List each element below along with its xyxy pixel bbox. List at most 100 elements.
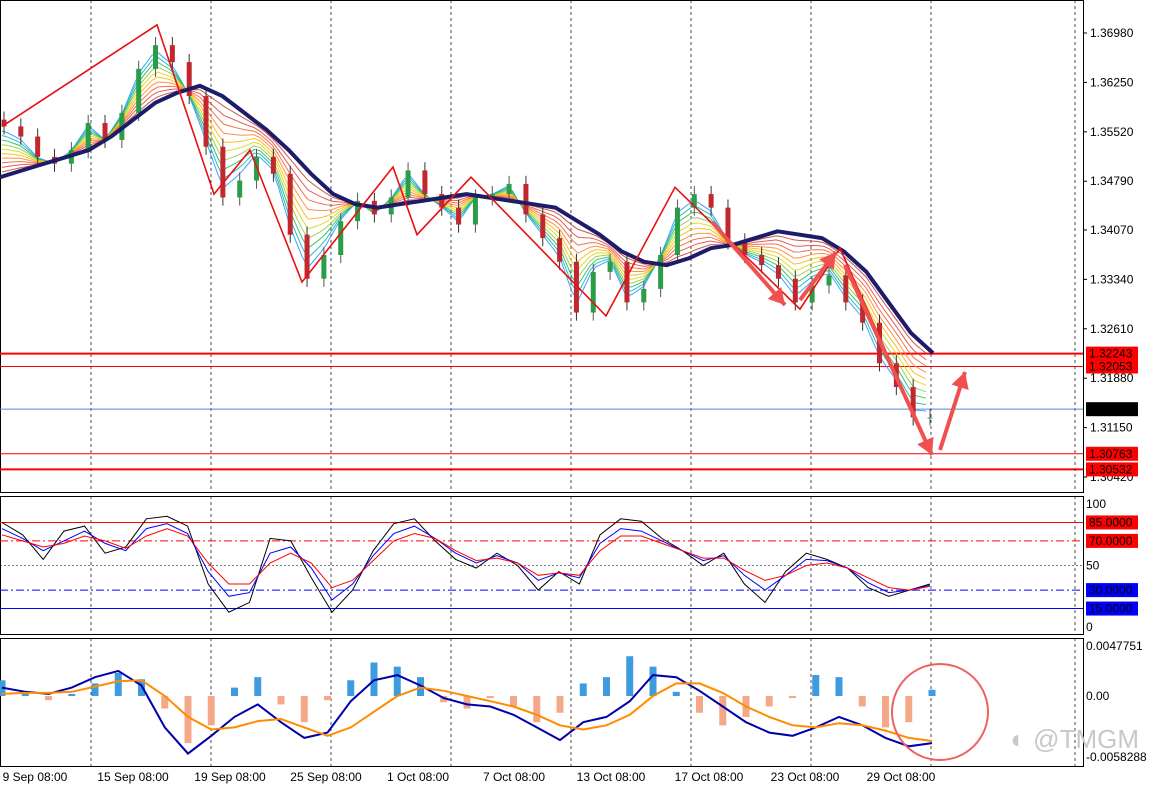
- macd-hist-bar-38: [882, 696, 889, 728]
- macd-hist-bar-30: [696, 696, 703, 713]
- ribbon-line-7: [1, 85, 927, 367]
- stoch-level-label-3: 15.0000: [1089, 602, 1133, 616]
- candle-body-10: [169, 45, 175, 63]
- candle-body-38: [641, 288, 647, 303]
- macd-hist-bar-39: [905, 696, 913, 723]
- stoch-series-1: [1, 523, 931, 601]
- chart-svg: 9 Sep 08:00 15 Sep 08:00 19 Sep 08:00 25 Se…: [0, 0, 1147, 784]
- candle-body-16: [270, 156, 276, 174]
- stoch-y-tick-label-2: 0: [1086, 620, 1093, 634]
- candle-body-36: [607, 261, 613, 272]
- stoch-level-label-1: 70.0000: [1089, 534, 1133, 548]
- x-tick-label-9: 29 Oct 08:00: [867, 770, 936, 784]
- candle-body-25: [422, 170, 428, 195]
- macd-hist-bar-26: [603, 677, 610, 696]
- macd-hist-bar-5: [114, 672, 122, 696]
- watermark: ◐ @TMGM: [1010, 724, 1139, 755]
- candle-body-33: [557, 238, 563, 262]
- macd-hist-bar-34: [789, 696, 796, 699]
- candle-body-12: [203, 95, 209, 147]
- candle-body-37: [624, 261, 630, 303]
- macd-hist-bar-17: [393, 666, 401, 696]
- macd-hist-bar-24: [556, 696, 564, 713]
- x-tick-label-3: 25 Sep 08:00: [290, 770, 362, 784]
- ribbon-line-6: [1, 81, 927, 373]
- ribbon-line-5: [1, 76, 927, 380]
- candle-body-30: [506, 183, 512, 195]
- candle-body-27: [456, 207, 462, 225]
- price-y-tick-label-3: 1.34790: [1090, 174, 1134, 188]
- candle-body-9: [153, 45, 159, 69]
- macd-hist-bar-22: [510, 696, 517, 707]
- candle-body-5: [85, 123, 91, 151]
- macd-hist-bar-29: [672, 691, 680, 696]
- price-hline-label-3: 1.30763: [1089, 447, 1133, 461]
- candle-body-42: [708, 194, 714, 208]
- candle-body-14: [237, 180, 243, 198]
- price-y-tick-label-4: 1.34070: [1090, 223, 1134, 237]
- macd-hist-bar-21: [486, 696, 494, 699]
- macd-hist-bar-28: [649, 666, 657, 696]
- price-y-tick-label-5: 1.33340: [1090, 272, 1134, 286]
- macd-hist-bar-33: [765, 696, 773, 707]
- x-tick-label-2: 19 Sep 08:00: [194, 770, 266, 784]
- macd-hist-bar-14: [324, 696, 331, 701]
- price-y-tick-label-2: 1.35520: [1090, 125, 1134, 139]
- x-tick-label-8: 23 Oct 08:00: [771, 770, 840, 784]
- macd-hist-bar-31: [719, 696, 727, 726]
- ribbon-line-8: [1, 88, 927, 360]
- candle-body-2: [35, 136, 41, 157]
- candle-body-46: [775, 265, 781, 279]
- macd-hist-bar-23: [533, 696, 541, 723]
- macd-hist-bar-25: [579, 683, 587, 696]
- candle-body-31: [523, 183, 529, 215]
- price-y-tick-label-1: 1.36250: [1090, 75, 1134, 89]
- price-hline-label-4: 1.30532: [1089, 462, 1133, 476]
- candle-body-24: [405, 170, 411, 198]
- x-tick-label-4: 1 Oct 08:00: [387, 770, 449, 784]
- candle-body-18: [304, 234, 310, 279]
- macd-hist-bar-10: [231, 687, 238, 696]
- price-hline-label-1: 1.32053: [1089, 359, 1133, 373]
- arrow-down-2-shaft: [843, 264, 934, 456]
- watermark-text: @TMGM: [1033, 724, 1139, 754]
- stoch-level-label-2: 30.0000: [1089, 583, 1133, 597]
- x-tick-label-0: 9 Sep 08:00: [3, 770, 68, 784]
- macd-hist-bar-2: [45, 696, 52, 701]
- macd-hist-bar-20: [463, 696, 471, 709]
- candle-body-13: [220, 146, 226, 198]
- ribbon-line-9: [1, 89, 927, 354]
- candle-body-55: [927, 417, 933, 419]
- stoch-y-tick-label-1: 50: [1086, 559, 1100, 573]
- candle-body-19: [321, 255, 327, 279]
- candle-body-50: [843, 275, 849, 303]
- macd-hist-bar-37: [858, 696, 866, 707]
- price-y-tick-label-0: 1.36980: [1090, 26, 1134, 40]
- x-tick-label-7: 17 Oct 08:00: [675, 770, 744, 784]
- macd-hist-bar-13: [300, 696, 308, 723]
- macd-hist-bar-12: [277, 696, 285, 705]
- candle-body-45: [759, 255, 765, 266]
- macd-hist-bar-36: [835, 677, 843, 696]
- macd-hist-bar-11: [254, 677, 262, 696]
- price-y-tick-label-6: 1.32610: [1090, 322, 1134, 336]
- price-hline-label-2: 1.31422: [1089, 402, 1133, 416]
- candle-body-20: [338, 221, 344, 255]
- candle-body-39: [658, 255, 664, 289]
- stoch-series-2: [1, 528, 931, 591]
- candle-body-35: [590, 271, 596, 313]
- macd-hist-bar-3: [68, 693, 76, 696]
- macd-hist-bar-9: [207, 696, 215, 726]
- candle-body-28: [472, 197, 478, 225]
- ribbon-line-4: [1, 71, 927, 386]
- chart-root: 9 Sep 08:00 15 Sep 08:00 19 Sep 08:00 25 Se…: [0, 0, 1149, 785]
- macd-y-tick-label-0: 0.0047751: [1086, 639, 1143, 653]
- candle-body-32: [540, 214, 546, 239]
- ema-line: [0, 83, 935, 355]
- candle-body-1: [18, 126, 24, 137]
- watermark-icon: ◐: [1010, 724, 1026, 754]
- stoch-series-0: [1, 515, 931, 614]
- candle-body-17: [287, 173, 293, 235]
- macd-hist-bar-8: [184, 696, 192, 744]
- candle-body-47: [792, 278, 798, 303]
